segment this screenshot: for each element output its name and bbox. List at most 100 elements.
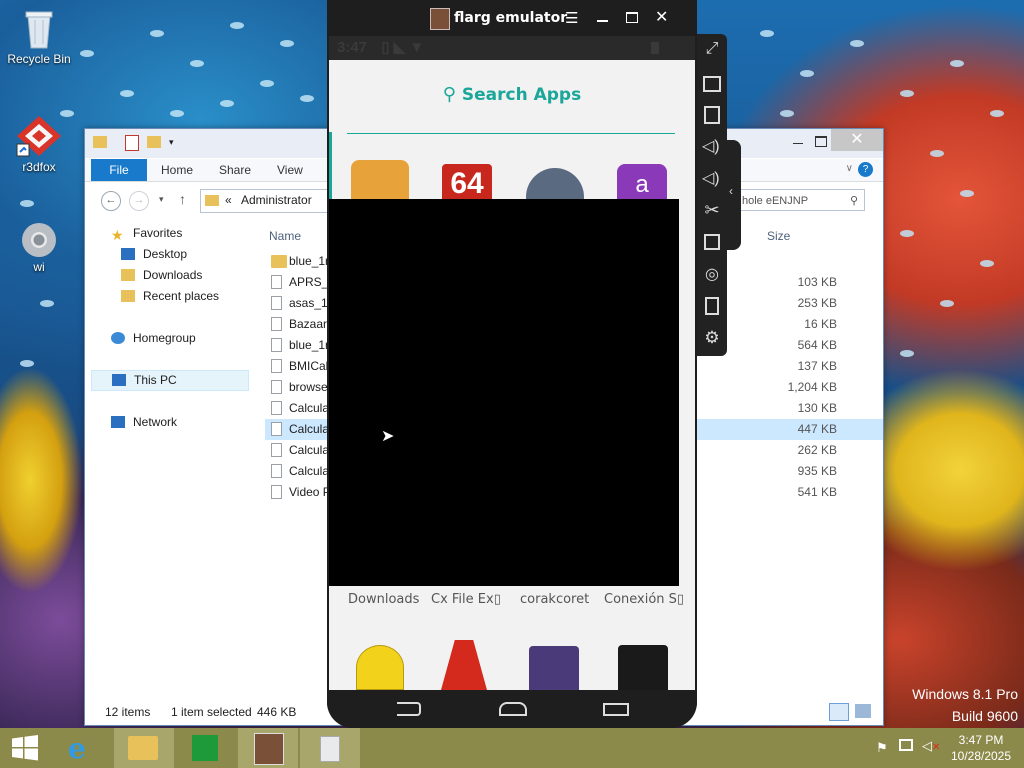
action-center-flag-icon[interactable]: ⚑ [876, 740, 888, 756]
taskbar-clock[interactable]: 3:47 PM 10/28/2025 [946, 732, 1016, 764]
file-size: 564 KB [797, 338, 837, 352]
search-apps-button[interactable]: ⚲ Search Apps [329, 84, 695, 105]
app-icon-smiley[interactable] [356, 645, 404, 690]
minimize-button[interactable] [793, 143, 803, 144]
homegroup-icon [111, 332, 125, 344]
file-icon [271, 380, 282, 394]
large-icons-view-icon[interactable] [855, 704, 871, 718]
taskbar-ie-button[interactable]: e [54, 728, 114, 768]
emulator-menu-icon[interactable]: ☰ [565, 9, 578, 27]
file-size: 541 KB [797, 485, 837, 499]
address-prefix: « [225, 193, 232, 207]
details-view-icon[interactable] [829, 703, 849, 721]
desktop-icon [121, 248, 135, 260]
android-screen[interactable]: ⚲ Search Apps 64 a ➤ Downloads Cx File E… [329, 60, 695, 690]
column-name[interactable]: Name [269, 221, 301, 251]
emulator-maximize-button[interactable] [626, 12, 638, 23]
app-icon-gems[interactable] [529, 646, 579, 690]
emulator-window[interactable]: flarg emulator ☰ ✕ 3:47 ▯ ◣ ▼ ⚲ Search A… [327, 0, 697, 728]
taskbar-store-button[interactable] [176, 728, 236, 768]
volume-muted-icon[interactable]: ◁✕ [922, 738, 940, 754]
status-selected: 1 item selected [171, 705, 252, 719]
screenshot-icon[interactable]: ✂ [702, 200, 722, 220]
file-name: Calcula [289, 422, 330, 436]
emulator-title-bar[interactable]: flarg emulator ☰ ✕ [327, 0, 697, 36]
tab-home[interactable]: Home [161, 159, 193, 181]
app-label-corakcoret[interactable]: corakcoret [520, 592, 589, 607]
nav-this-pc[interactable]: This PC [91, 370, 249, 391]
location-icon[interactable]: ◎ [702, 264, 722, 284]
quick-access-folder-icon[interactable] [93, 136, 107, 148]
close-button[interactable]: ✕ [831, 129, 883, 151]
tab-share[interactable]: Share [219, 159, 251, 181]
search-input[interactable]: hole eENJNP ⚲ [735, 189, 865, 211]
nav-homegroup[interactable]: Homegroup [91, 328, 249, 349]
black-overlay-region [329, 199, 679, 586]
nav-favorites[interactable]: ★ Favorites [91, 223, 249, 244]
file-name: asas_1r [289, 296, 332, 310]
r3dfox-icon [15, 114, 63, 158]
nav-recent-places[interactable]: Recent places [91, 286, 249, 307]
up-button[interactable]: ↑ [179, 191, 186, 207]
desktop-icon-chrome[interactable]: wi [4, 222, 74, 274]
volume-up-icon[interactable]: ◁) [702, 136, 722, 156]
network-tray-icon[interactable] [899, 739, 913, 751]
start-button[interactable] [0, 728, 50, 768]
app-icon-game[interactable] [618, 645, 668, 690]
emulator-logo-icon [430, 8, 450, 30]
volume-down-icon[interactable]: ◁) [702, 168, 722, 188]
app-label-conexion[interactable]: Conexión S▯ [604, 592, 684, 607]
fullscreen-icon[interactable]: ⤢ [702, 40, 722, 60]
keyboard-icon[interactable] [703, 76, 721, 92]
taskbar-app-button[interactable] [300, 728, 360, 768]
windows-watermark-build: Build 9600 [951, 708, 1018, 724]
app-icon-spartan[interactable] [441, 640, 487, 690]
app-icon-a[interactable]: a [617, 164, 667, 200]
tab-view[interactable]: View [277, 159, 303, 181]
nav-desktop[interactable]: Desktop [91, 244, 249, 265]
help-icon[interactable]: ? [858, 162, 873, 177]
search-underline [347, 133, 675, 134]
install-apk-icon[interactable] [704, 106, 720, 124]
battery-icon [651, 42, 659, 54]
nav-downloads[interactable]: Downloads [91, 265, 249, 286]
app-icon-car[interactable] [526, 168, 584, 200]
emulator-close-button[interactable]: ✕ [655, 7, 668, 27]
recent-locations-icon[interactable]: ▾ [159, 194, 164, 205]
toolbar-collapse-tab[interactable]: ‹ [727, 140, 741, 250]
shake-icon[interactable] [705, 297, 719, 315]
tab-file[interactable]: File [91, 159, 147, 181]
back-button[interactable]: ← [101, 191, 121, 211]
quick-access-dropdown-icon[interactable]: ▾ [169, 137, 174, 148]
taskbar-emulator-button[interactable] [238, 728, 298, 768]
column-size[interactable]: Size [767, 221, 790, 251]
clock-time: 3:47 PM [958, 733, 1004, 747]
desktop-icon-recycle-bin[interactable]: Recycle Bin [4, 8, 74, 66]
settings-gear-icon[interactable]: ⚙ [702, 328, 722, 348]
status-size: 446 KB [257, 705, 297, 719]
recycle-bin-label: Recycle Bin [7, 52, 71, 66]
back-nav-icon[interactable] [397, 702, 421, 716]
desktop-icon-r3dfox[interactable]: r3dfox [4, 114, 74, 174]
file-name: Calcula [289, 464, 330, 478]
home-nav-icon[interactable] [499, 702, 527, 716]
search-apps-icon: ⚲ [442, 84, 456, 105]
app-icon-c64[interactable]: 64 [442, 164, 492, 200]
multi-instance-icon[interactable] [704, 234, 720, 250]
file-icon [271, 422, 282, 436]
app-label-downloads[interactable]: Downloads [348, 592, 419, 607]
recents-nav-icon[interactable] [603, 703, 629, 716]
properties-icon[interactable] [125, 135, 139, 151]
app-icon-clock[interactable] [351, 160, 409, 200]
nav-network[interactable]: Network [91, 412, 249, 433]
emulator-side-toolbar: ⤢ ◁) ◁) ✂ ◎ ⚙ [697, 34, 727, 356]
ribbon-expand-icon[interactable]: ∨ [846, 163, 853, 174]
forward-button[interactable]: → [129, 191, 149, 211]
recent-places-icon [121, 290, 135, 302]
maximize-button[interactable] [815, 136, 827, 147]
taskbar-explorer-button[interactable] [114, 728, 174, 768]
emulator-minimize-button[interactable] [597, 20, 608, 22]
new-folder-icon[interactable] [147, 136, 161, 148]
file-name: Video P [289, 485, 331, 499]
app-label-cx-file-explorer[interactable]: Cx File Ex▯ [431, 592, 501, 607]
